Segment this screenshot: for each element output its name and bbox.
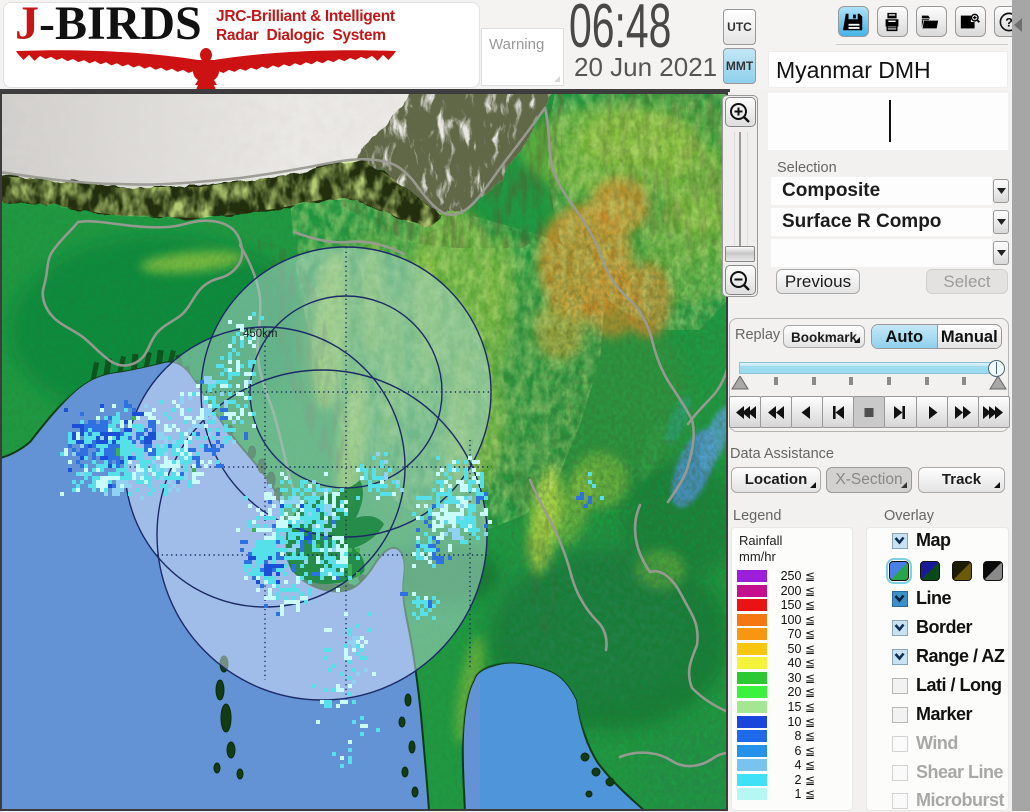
- svg-text:450km: 450km: [243, 328, 278, 340]
